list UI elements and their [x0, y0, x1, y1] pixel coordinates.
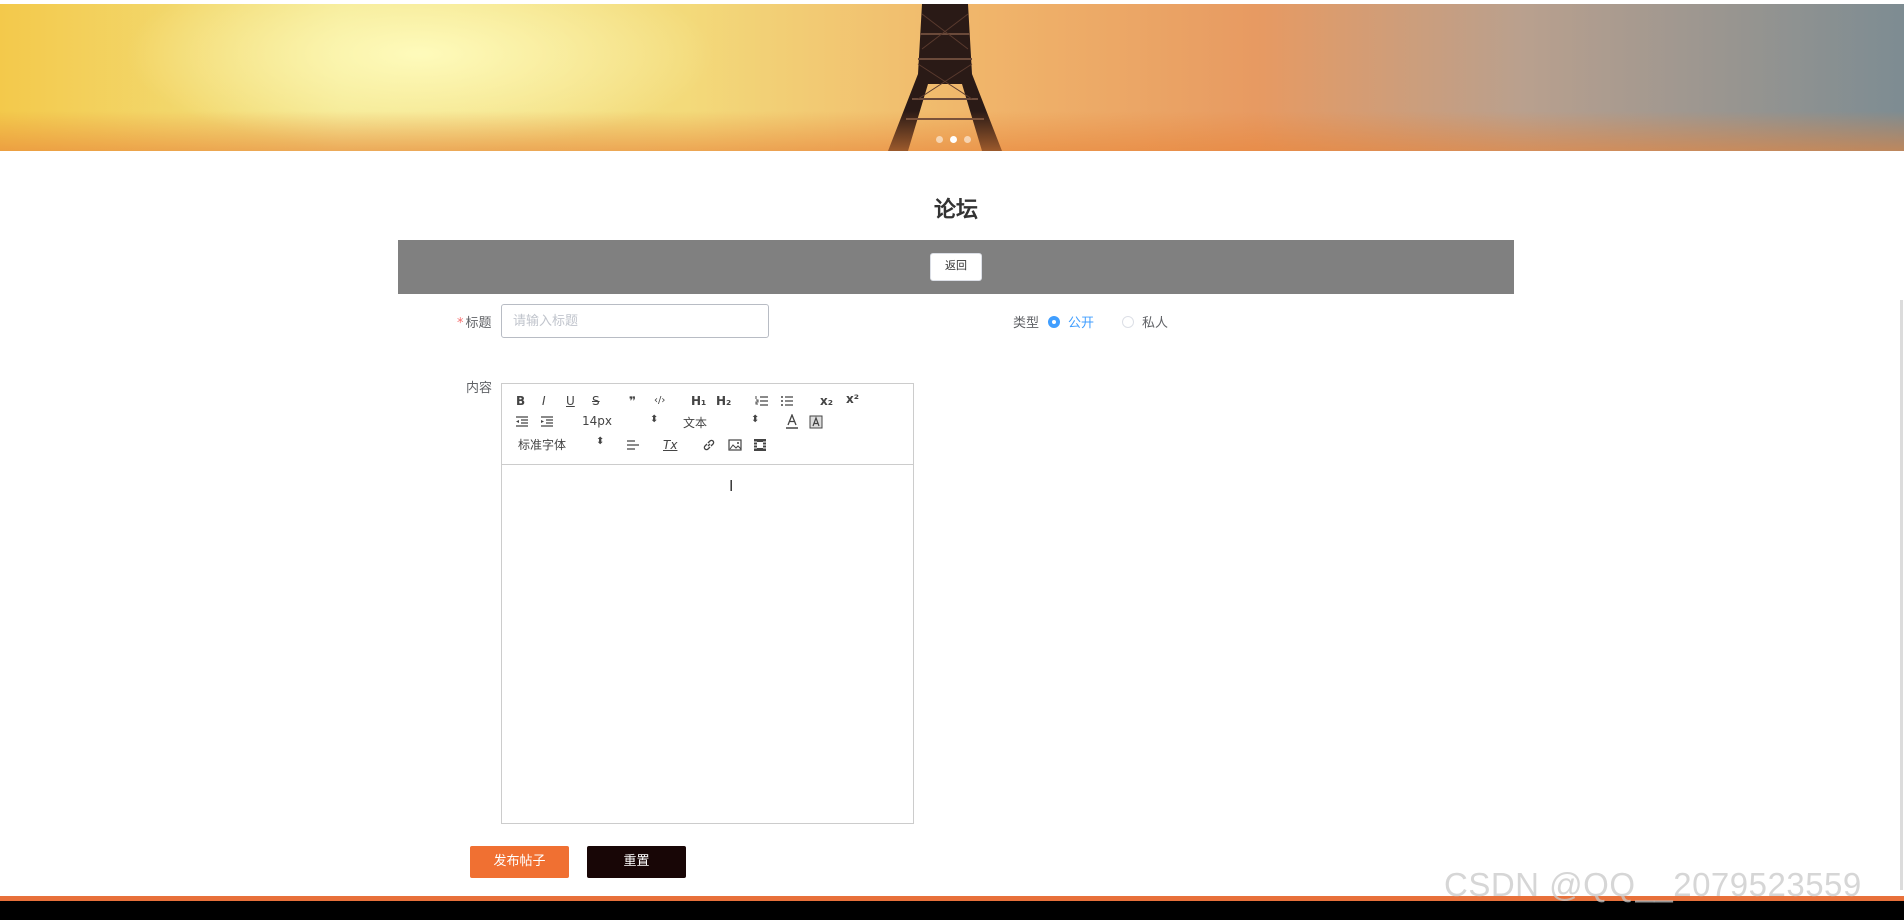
type-radio-public[interactable]: 公开	[1048, 312, 1094, 331]
align-icon[interactable]	[626, 438, 640, 452]
title-input[interactable]	[501, 304, 769, 338]
code-button[interactable]: ‹/›	[654, 393, 665, 409]
ordered-list-icon[interactable]	[755, 394, 769, 408]
header-select[interactable]: 文本 ⬍	[683, 414, 763, 431]
header-1-button[interactable]: H₁	[691, 393, 706, 409]
editor-content-area[interactable]: I	[502, 465, 913, 823]
editor-toolbar: B I U S ❞ ‹/› H₁ H₂ x₂ x² 14px ⬍ 文本 ⬍ 标准…	[502, 384, 913, 465]
radio-circle-icon	[1122, 315, 1134, 328]
select-arrows-icon: ⬍	[650, 414, 659, 425]
subscript-button[interactable]: x₂	[820, 393, 833, 409]
underline-button[interactable]: U	[566, 393, 575, 409]
carousel-dot-1[interactable]	[936, 136, 943, 143]
action-bar: 返回	[398, 240, 1514, 294]
text-color-icon[interactable]	[785, 414, 799, 430]
carousel-dot-3[interactable]	[964, 136, 971, 143]
outdent-icon[interactable]	[515, 415, 529, 429]
title-label: * 标题	[457, 316, 492, 331]
eiffel-tower-image	[888, 4, 1002, 151]
strike-button[interactable]: S	[592, 393, 600, 409]
background-color-icon[interactable]	[809, 415, 823, 429]
page-title: 论坛	[933, 198, 978, 223]
image-icon[interactable]	[728, 438, 742, 452]
required-mark: *	[457, 316, 464, 331]
font-family-select[interactable]: 标准字体 ⬍	[518, 436, 608, 453]
radio-circle-icon	[1048, 315, 1060, 328]
bold-button[interactable]: B	[516, 393, 525, 409]
header-2-button[interactable]: H₂	[716, 393, 731, 409]
publish-button[interactable]: 发布帖子	[470, 846, 569, 878]
select-arrows-icon: ⬍	[596, 436, 605, 447]
rich-text-editor: B I U S ❞ ‹/› H₁ H₂ x₂ x² 14px ⬍ 文本 ⬍ 标准…	[501, 383, 914, 824]
carousel-indicators	[936, 136, 971, 143]
font-size-select[interactable]: 14px ⬍	[582, 414, 662, 428]
text-cursor-icon: I	[729, 477, 734, 495]
page-scrollbar[interactable]	[1900, 300, 1903, 890]
watermark: CSDN @QQ__2079523559	[1444, 866, 1862, 903]
blockquote-button[interactable]: ❞	[629, 393, 636, 409]
reset-button[interactable]: 重置	[587, 846, 686, 878]
select-arrows-icon: ⬍	[751, 414, 760, 425]
indent-icon[interactable]	[540, 415, 554, 429]
type-label: 类型	[1013, 316, 1040, 331]
italic-button[interactable]: I	[542, 393, 546, 409]
back-button[interactable]: 返回	[930, 253, 982, 281]
clear-format-icon[interactable]: Tx	[663, 437, 677, 453]
bullet-list-icon[interactable]	[780, 394, 794, 408]
link-icon[interactable]	[702, 438, 716, 452]
banner-carousel	[0, 4, 1904, 151]
video-icon[interactable]	[753, 438, 767, 452]
content-label: 内容	[466, 381, 493, 396]
superscript-button[interactable]: x²	[846, 391, 859, 407]
carousel-dot-2[interactable]	[950, 136, 957, 143]
type-radio-private[interactable]: 私人	[1122, 312, 1168, 331]
